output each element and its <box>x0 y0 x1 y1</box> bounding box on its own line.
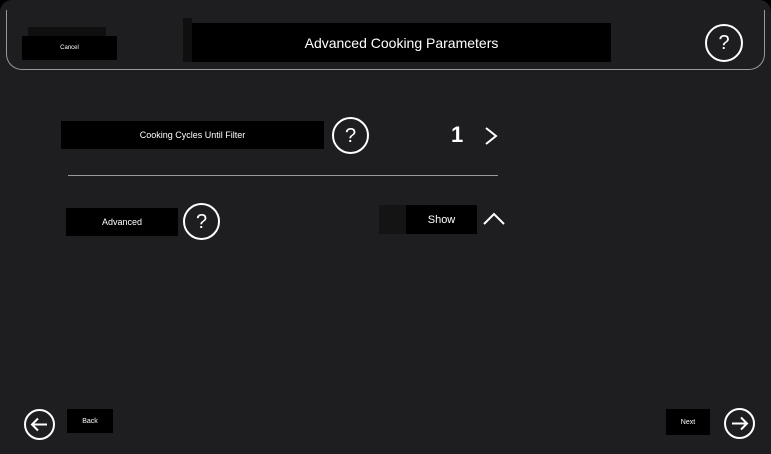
chevron-right-icon[interactable] <box>483 126 499 146</box>
help-glyph: ? <box>195 210 208 233</box>
cancel-shadow <box>28 27 106 36</box>
divider <box>68 175 498 176</box>
back-arrow-button[interactable] <box>24 409 55 440</box>
header-help-icon[interactable]: ? <box>705 24 743 62</box>
page-title: Advanced Cooking Parameters <box>192 23 611 62</box>
cooking-cycles-help-icon[interactable]: ? <box>332 117 369 154</box>
show-button-shadow <box>379 205 407 234</box>
advanced-help-icon[interactable]: ? <box>183 203 220 240</box>
advanced-label: Advanced <box>66 208 178 236</box>
cooking-cycles-label: Cooking Cycles Until Filter <box>61 121 324 149</box>
arrow-right-icon <box>732 416 749 431</box>
cancel-button[interactable]: Cancel <box>22 36 117 60</box>
back-button[interactable]: Back <box>67 409 113 433</box>
chevron-up-icon[interactable] <box>482 212 506 226</box>
help-glyph: ? <box>718 32 730 54</box>
show-toggle-button[interactable]: Show <box>406 205 477 234</box>
title-shadow <box>183 18 192 62</box>
next-button[interactable]: Next <box>666 409 710 435</box>
next-arrow-button[interactable] <box>724 408 755 439</box>
help-glyph: ? <box>344 124 357 147</box>
arrow-left-icon <box>30 417 47 432</box>
cooking-cycles-value[interactable]: 1 <box>451 122 463 148</box>
screen: Cancel Advanced Cooking Parameters ? Coo… <box>0 0 771 454</box>
